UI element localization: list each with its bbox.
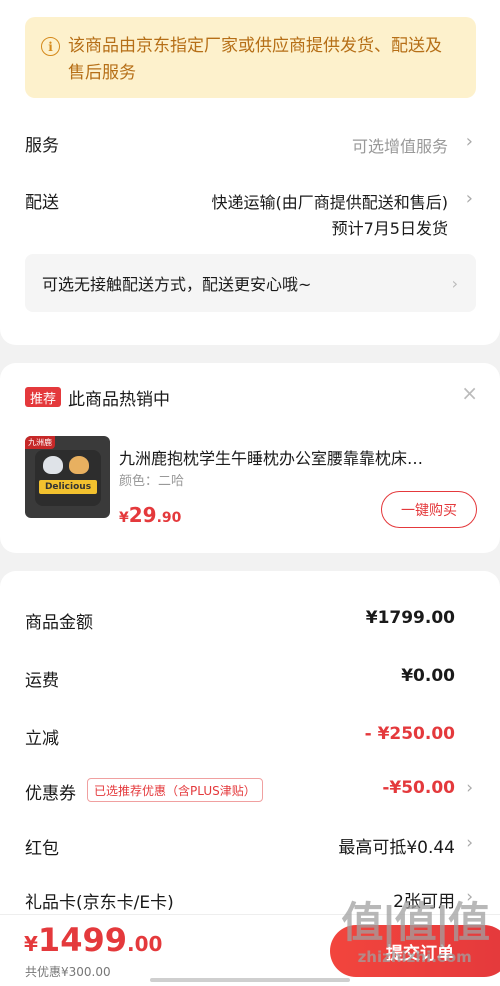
price-integer: 29 <box>128 503 157 527</box>
notice-text: 该商品由京东指定厂家或供应商提供发货、配送及售后服务 <box>68 36 442 83</box>
price-decimal: .90 <box>156 510 182 526</box>
contactless-delivery-option[interactable]: 可选无接触配送方式，配送更安心哦~ › <box>25 254 476 312</box>
chevron-right-icon: › <box>465 188 473 209</box>
product-image-text: Delicious <box>39 480 97 494</box>
watermark-url: zhizhizhi.com <box>357 948 472 966</box>
price-symbol: ¥ <box>119 510 129 526</box>
product-image[interactable]: Delicious 九洲鹿 <box>25 436 110 518</box>
delivery-card: i 该商品由京东指定厂家或供应商提供发货、配送及售后服务 服务 可选增值服务 ›… <box>0 0 500 345</box>
watermark: 值|值|值 zhizhizhi.com <box>341 898 490 966</box>
goods-amount-label: 商品金额 <box>25 613 93 633</box>
recommend-tag: 推荐 <box>25 387 62 407</box>
delivery-estimate: 预计7月5日发货 <box>331 219 448 238</box>
product-price: ¥29.90 <box>119 503 181 527</box>
vendor-notice: i 该商品由京东指定厂家或供应商提供发货、配送及售后服务 <box>25 17 476 98</box>
goods-amount-value: ¥1799.00 <box>365 608 455 628</box>
total-symbol: ¥ <box>24 932 38 956</box>
shipping-label: 运费 <box>25 671 59 691</box>
shiba-graphic <box>69 456 89 474</box>
red-packet-value: 最高可抵¥0.44 <box>338 838 455 858</box>
chevron-right-icon: › <box>466 833 473 853</box>
recommend-title: 此商品热销中 <box>68 390 170 410</box>
delivery-method: 快递运输(由厂商提供配送和售后) <box>211 193 449 212</box>
chevron-right-icon: › <box>451 273 458 293</box>
product-spec: 颜色：二哈 <box>119 474 185 489</box>
coupon-badge: 已选推荐优惠（含PLUS津贴） <box>87 778 263 802</box>
service-value: 可选增值服务 <box>351 137 448 156</box>
discount-value: - ¥250.00 <box>364 724 455 744</box>
coupon-value: -¥50.00 <box>382 778 455 798</box>
shipping-value: ¥0.00 <box>401 666 455 686</box>
info-icon: i <box>41 37 60 56</box>
coupon-label: 优惠券 <box>25 784 76 804</box>
close-icon[interactable]: × <box>461 381 478 405</box>
total-price: ¥1499.00 <box>24 921 162 959</box>
chevron-right-icon: › <box>466 778 473 798</box>
recommend-card: 推荐 此商品热销中 × Delicious 九洲鹿 九洲鹿抱枕学生午睡枕办公室腰… <box>0 363 500 553</box>
one-click-buy-button[interactable]: 一键购买 <box>381 491 477 528</box>
service-label: 服务 <box>25 136 59 156</box>
home-indicator <box>150 978 350 982</box>
chevron-right-icon: › <box>465 131 473 152</box>
discount-label: 立减 <box>25 729 59 749</box>
total-decimal: .00 <box>126 932 163 956</box>
delivery-label: 配送 <box>25 193 59 213</box>
brand-chip: 九洲鹿 <box>25 436 55 449</box>
watermark-logo: 值|值|值 <box>341 898 490 947</box>
gift-card-label: 礼品卡(京东卡/E卡) <box>25 893 174 913</box>
contactless-text: 可选无接触配送方式，配送更安心哦~ <box>42 275 312 294</box>
product-name[interactable]: 九洲鹿抱枕学生午睡枕办公室腰靠靠枕床… <box>119 445 469 469</box>
total-saved: 共优惠¥300.00 <box>25 965 111 979</box>
husky-graphic <box>43 456 63 474</box>
total-integer: 1499 <box>37 921 127 959</box>
red-packet-label: 红包 <box>25 839 59 859</box>
